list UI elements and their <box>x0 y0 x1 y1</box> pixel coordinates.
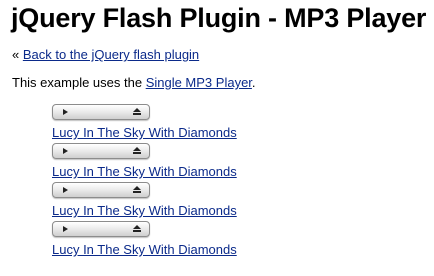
player-block: Lucy In The Sky With Diamonds <box>52 182 312 221</box>
track-link[interactable]: Lucy In The Sky With Diamonds <box>52 164 237 180</box>
eject-icon[interactable] <box>133 108 141 116</box>
play-icon[interactable] <box>63 148 68 154</box>
play-icon[interactable] <box>63 187 68 193</box>
eject-icon[interactable] <box>133 225 141 233</box>
mp3-player[interactable] <box>52 143 150 159</box>
player-block: Lucy In The Sky With Diamonds <box>52 104 312 143</box>
play-icon[interactable] <box>63 226 68 232</box>
intro-text: This example uses the Single MP3 Player. <box>12 75 256 91</box>
mp3-player[interactable] <box>52 182 150 198</box>
play-icon[interactable] <box>63 109 68 115</box>
eject-icon[interactable] <box>133 147 141 155</box>
back-prefix: « <box>12 47 23 62</box>
single-mp3-player-link[interactable]: Single MP3 Player <box>146 75 252 90</box>
player-list: Lucy In The Sky With Diamonds Lucy In Th… <box>52 104 312 260</box>
track-link[interactable]: Lucy In The Sky With Diamonds <box>52 203 237 219</box>
track-link[interactable]: Lucy In The Sky With Diamonds <box>52 242 237 258</box>
intro-text-after: . <box>251 75 256 90</box>
intro-text-before: This example uses the <box>12 75 146 90</box>
player-block: Lucy In The Sky With Diamonds <box>52 143 312 182</box>
player-block: Lucy In The Sky With Diamonds <box>52 221 312 260</box>
track-link[interactable]: Lucy In The Sky With Diamonds <box>52 125 237 141</box>
mp3-player[interactable] <box>52 104 150 120</box>
back-navigation: « Back to the jQuery flash plugin <box>12 47 199 63</box>
eject-icon[interactable] <box>133 186 141 194</box>
mp3-player[interactable] <box>52 221 150 237</box>
back-link[interactable]: Back to the jQuery flash plugin <box>23 47 199 62</box>
page-title: jQuery Flash Plugin - MP3 Player <box>11 3 427 33</box>
